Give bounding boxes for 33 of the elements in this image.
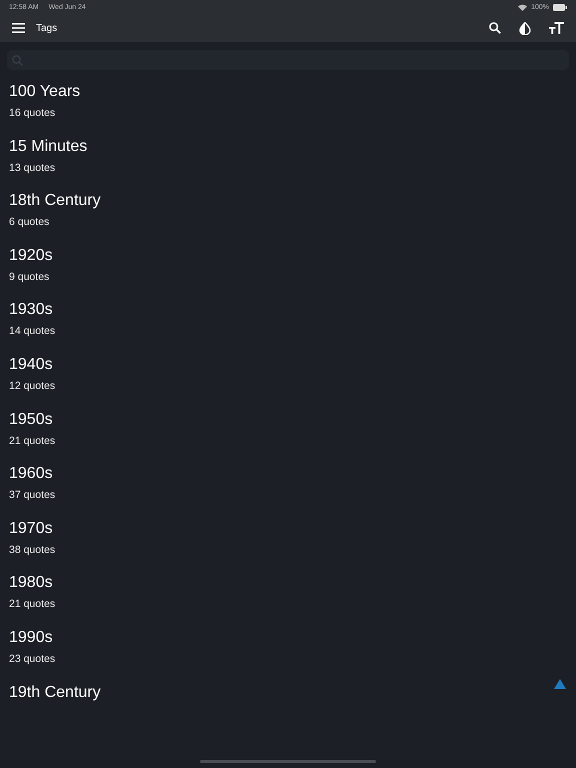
tag-name[interactable]: 19th Century	[9, 682, 567, 703]
menu-icon[interactable]	[12, 23, 25, 33]
tag-name[interactable]: 100 Years	[9, 82, 567, 102]
tag-name[interactable]: 1920s	[9, 246, 567, 266]
quote-count: 23 quotes	[9, 652, 56, 665]
text-size-icon[interactable]	[549, 22, 564, 34]
tag-name[interactable]: 1980s	[9, 573, 567, 594]
tag-name[interactable]: 1970s	[9, 518, 567, 539]
quote-count: 16 quotes	[9, 107, 56, 119]
scroll-to-top-icon[interactable]	[554, 679, 566, 689]
quote-count: 6 quotes	[9, 216, 50, 228]
quote-count: 9 quotes	[9, 270, 50, 283]
tag-name[interactable]: 1950s	[9, 410, 567, 430]
tag-name[interactable]: 18th Century	[9, 191, 567, 212]
tag-name[interactable]: 1940s	[9, 354, 567, 375]
battery-icon	[553, 4, 567, 10]
tag-name[interactable]: 1930s	[9, 300, 567, 320]
tag-name[interactable]: 1990s	[9, 628, 567, 648]
search-icon[interactable]	[489, 22, 501, 34]
quote-count: 14 quotes	[9, 325, 56, 338]
quote-count: 37 quotes	[9, 489, 56, 502]
search-icon	[12, 54, 23, 66]
quote-count: 21 quotes	[9, 434, 56, 447]
quote-count: 38 quotes	[9, 544, 56, 556]
quote-count: 21 quotes	[9, 598, 56, 610]
toolbar-title: Tags	[36, 22, 58, 34]
quote-count: 12 quotes	[9, 380, 56, 392]
quote-count: 13 quotes	[9, 162, 56, 174]
search-field[interactable]	[7, 50, 569, 70]
contrast-icon[interactable]	[519, 22, 531, 34]
tag-name[interactable]: 1960s	[9, 464, 567, 484]
tag-name[interactable]: 15 Minutes	[9, 136, 567, 157]
wifi-icon	[518, 4, 528, 10]
